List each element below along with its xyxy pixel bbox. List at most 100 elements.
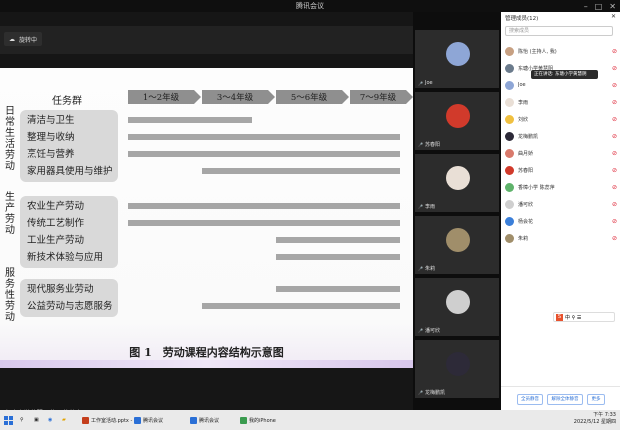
category-label: 生产劳动 [5, 192, 15, 236]
mic-muted-icon[interactable]: ⊘ [612, 150, 617, 157]
member-name: 李雨 [518, 99, 529, 106]
member-row[interactable]: 香樟小学 陈蕊萍 ⊘ [505, 180, 617, 194]
participant-name-tag: 🎤 龙梅鹏凯 [418, 389, 445, 396]
slide-decor-band [0, 360, 413, 368]
taskbar-app-button[interactable]: 我的iPhone [240, 412, 276, 428]
member-avatar [505, 114, 514, 124]
participant-name-tag: 🎤 朱莉 [418, 265, 435, 272]
member-row[interactable]: 苏春阳 ⊘ [505, 163, 617, 177]
member-name: 陈怡 (主持人, 我) [518, 48, 557, 55]
member-avatar [505, 199, 514, 209]
close-icon[interactable]: ✕ [611, 13, 616, 20]
member-name: 苏春阳 [518, 167, 534, 174]
shared-screen-area: ☁ 旋转中 任务群 1～2年级 3～4年级 5～6年级 7～9年级 日常生活劳动 清洁与… [0, 12, 413, 422]
meeting-icon [190, 416, 197, 424]
member-avatar [505, 165, 514, 175]
task-group-header: 任务群 [52, 96, 82, 107]
task-item-label: 工业生产劳动 [27, 235, 85, 246]
search-icon[interactable]: ⚲ [20, 412, 24, 428]
participant-video-tile[interactable]: 🎤 Joe [415, 30, 499, 88]
task-item-label: 整理与收纳 [27, 132, 75, 143]
mic-muted-icon[interactable]: ⊘ [612, 167, 617, 174]
member-row[interactable]: 陈怡 (主持人, 我) ⊘ [505, 44, 617, 58]
phone-icon [240, 416, 247, 424]
member-row[interactable]: 龙梅鹏凯 ⊘ [505, 129, 617, 143]
member-name: 朱莉 [518, 235, 529, 242]
member-row[interactable]: 刘欣 ⊘ [505, 112, 617, 126]
grade-coverage-bar [128, 134, 400, 140]
member-avatar [505, 97, 514, 107]
participant-avatar [446, 228, 470, 252]
participant-name: 朱莉 [424, 266, 435, 272]
more-button[interactable]: 更多 [587, 394, 605, 405]
participant-name: 李雨 [424, 204, 435, 210]
system-clock[interactable]: 下午 7:33 2022/5/12 星期四 [574, 412, 616, 426]
member-avatar [505, 216, 514, 226]
mic-muted-icon[interactable]: ⊘ [612, 235, 617, 242]
member-avatar [505, 131, 514, 141]
member-search-input[interactable]: 搜索成员 [505, 26, 613, 36]
category-label: 服务性劳动 [5, 268, 15, 323]
grade-coverage-bar [128, 151, 400, 157]
taskbar-app-label: 我的iPhone [249, 417, 276, 424]
member-row[interactable]: 杨会花 ⊘ [505, 214, 617, 228]
member-row[interactable]: 潘可欣 ⊘ [505, 197, 617, 211]
mic-muted-icon[interactable]: ⊘ [612, 99, 617, 106]
mic-muted-icon[interactable]: ⊘ [612, 184, 617, 191]
participant-video-tile[interactable]: 🎤 龙梅鹏凯 [415, 340, 499, 398]
task-item-label: 烹饪与营养 [27, 149, 75, 160]
mic-muted-icon[interactable]: ⊘ [612, 201, 617, 208]
ime-toolbar[interactable]: S 中 ⚲ ☰ [553, 312, 615, 322]
grade-label: 1～2年级 [128, 90, 201, 104]
mic-muted-icon[interactable]: ⊘ [612, 82, 617, 89]
participant-name-tag: 🎤 潘可欣 [418, 327, 440, 334]
folder-icon[interactable]: ▰ [62, 412, 66, 428]
member-panel-footer: 全员静音 解除全体静音 更多 [501, 386, 620, 411]
close-icon[interactable]: ✕ [609, 2, 616, 11]
window-titlebar: 腾讯会议 – □ ✕ [0, 0, 620, 12]
grade-coverage-bar [276, 286, 400, 292]
mute-all-button[interactable]: 全员静音 [517, 394, 543, 405]
start-button[interactable] [4, 412, 13, 428]
participant-avatar [446, 42, 470, 66]
ime-mode-icon: 中 ⚲ ☰ [565, 314, 582, 321]
mic-icon: 🎤 [418, 266, 423, 271]
participant-video-tile[interactable]: 🎤 朱莉 [415, 216, 499, 274]
member-row[interactable]: 李雨 ⊘ [505, 95, 617, 109]
taskbar-app-button[interactable]: 腾讯会议 [190, 412, 219, 428]
member-row[interactable]: 曲月娇 ⊘ [505, 146, 617, 160]
task-view-icon[interactable]: ▣ [34, 412, 39, 428]
window-controls: – □ ✕ [584, 0, 616, 12]
taskbar-app-button[interactable]: 腾讯会议 [134, 412, 163, 428]
grade-label: 5～6年级 [276, 90, 349, 104]
unmute-all-button[interactable]: 解除全体静音 [547, 394, 583, 405]
mic-icon: 🎤 [418, 390, 423, 395]
clock-date: 2022/5/12 星期四 [573, 419, 616, 425]
task-item-label: 家用器具使用与维护 [27, 166, 113, 177]
participant-video-tile[interactable]: 🎤 李雨 [415, 154, 499, 212]
mic-muted-icon[interactable]: ⊘ [612, 48, 617, 55]
mic-muted-icon[interactable]: ⊘ [612, 116, 617, 123]
share-status-tag[interactable]: ☁ 旋转中 [4, 32, 43, 46]
task-item-label: 现代服务业劳动 [27, 284, 94, 295]
participant-avatar [446, 166, 470, 190]
share-status-label: 旋转中 [19, 36, 38, 44]
mic-muted-icon[interactable]: ⊘ [612, 133, 617, 140]
participant-name-tag: 🎤 李雨 [418, 203, 435, 210]
browser-icon[interactable]: ◉ [48, 412, 52, 428]
mic-muted-icon[interactable]: ⊘ [612, 218, 617, 225]
mic-muted-icon[interactable]: ⊘ [612, 65, 617, 72]
member-row[interactable]: Joe ⊘ [505, 78, 617, 92]
taskbar-app-button[interactable]: 工作室活动.pptx - ... [82, 412, 139, 428]
minimize-icon[interactable]: – [584, 2, 588, 11]
participant-name: 龙梅鹏凯 [424, 390, 445, 396]
member-panel-header: 管理成员(12) ✕ [501, 12, 620, 24]
member-row[interactable]: 朱莉 ⊘ [505, 231, 617, 245]
member-avatar [505, 80, 514, 90]
mic-icon: 🎤 [418, 142, 423, 147]
participant-video-tile[interactable]: 🎤 苏春阳 [415, 92, 499, 150]
maximize-icon[interactable]: □ [595, 2, 603, 11]
mic-icon: 🎤 [418, 80, 423, 86]
participant-video-tile[interactable]: 🎤 潘可欣 [415, 278, 499, 336]
presentation-slide: 任务群 1～2年级 3～4年级 5～6年级 7～9年级 日常生活劳动 清洁与卫生 整理与收… [0, 68, 413, 368]
